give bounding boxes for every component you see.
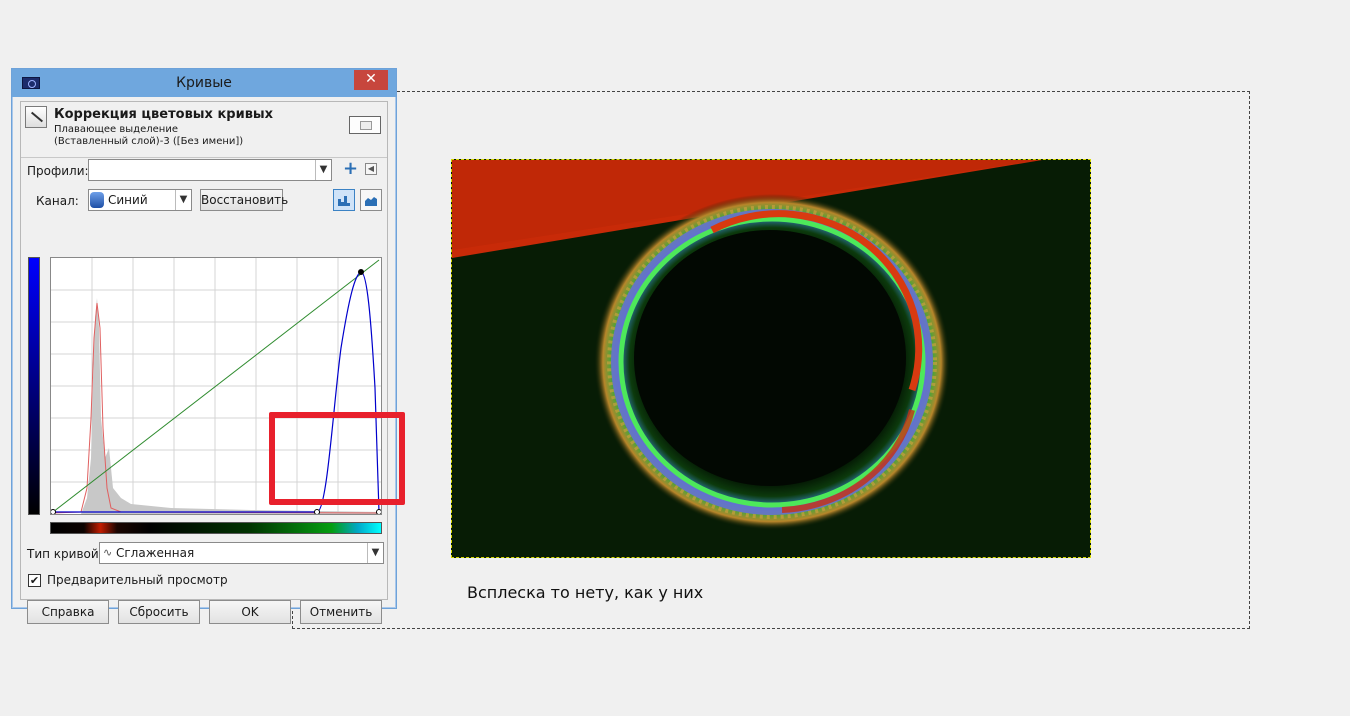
curve-type-label: Тип кривой:: [27, 547, 103, 561]
image-caption: Всплеска то нету, как у них: [467, 583, 704, 602]
header-subtitle: Плавающее выделение: [54, 124, 178, 135]
header-title: Коррекция цветовых кривых: [54, 107, 274, 122]
profiles-combo[interactable]: ▼: [88, 159, 332, 181]
dialog-title: Кривые: [176, 75, 232, 91]
preview-label[interactable]: Предварительный просмотр: [47, 573, 228, 587]
profiles-label: Профили:: [27, 164, 89, 178]
linear-histogram-icon: [338, 196, 350, 206]
log-histogram-icon: [365, 197, 377, 206]
channel-value: Синий: [108, 193, 148, 207]
chevron-down-icon: ▼: [315, 160, 331, 180]
channel-combo[interactable]: Синий ▼: [88, 189, 192, 211]
chevron-down-icon: ▼: [175, 190, 191, 210]
help-button[interactable]: Справка: [27, 600, 109, 624]
blue-channel-icon: [90, 192, 104, 208]
profiles-menu-icon[interactable]: ◀: [365, 163, 377, 175]
dialog-body: Коррекция цветовых кривых Плавающее выде…: [20, 101, 388, 624]
control-point: [376, 509, 382, 515]
curve-type-value: Сглаженная: [116, 546, 195, 560]
output-gradient-bar: [28, 257, 40, 515]
header-divider: [21, 157, 387, 158]
reset-channel-button[interactable]: Восстановить: [200, 189, 288, 211]
control-point: [50, 509, 56, 515]
control-point: [314, 509, 320, 515]
cancel-button[interactable]: Отменить: [300, 600, 382, 624]
curves-dialog: Кривые ✕ Коррекция цветовых кривых Плава…: [11, 68, 397, 624]
log-histogram-toggle[interactable]: [360, 189, 382, 211]
linear-histogram-toggle[interactable]: [333, 189, 355, 211]
open-presets-button[interactable]: [349, 116, 381, 134]
control-point: [358, 269, 364, 275]
chevron-down-icon: ▼: [367, 543, 383, 563]
curves-tool-icon: [25, 106, 47, 128]
preview-checkbox[interactable]: ✔: [28, 574, 41, 587]
close-button[interactable]: ✕: [354, 70, 388, 90]
dialog-titlebar[interactable]: Кривые ✕: [12, 69, 396, 97]
curve-type-combo[interactable]: ∿ Сглаженная ▼: [99, 542, 384, 564]
channel-label: Канал:: [36, 194, 79, 208]
image-preview[interactable]: [451, 159, 1091, 558]
smooth-curve-icon: ∿: [103, 546, 113, 559]
input-gradient-bar: [50, 522, 382, 534]
highlight-annotation: [269, 412, 405, 505]
add-profile-icon[interactable]: +: [343, 160, 358, 178]
ok-button[interactable]: OK: [209, 600, 291, 624]
header-layer-name: (Вставленный слой)-3 ([Без имени]): [54, 136, 244, 147]
reset-button[interactable]: Сбросить: [118, 600, 200, 624]
